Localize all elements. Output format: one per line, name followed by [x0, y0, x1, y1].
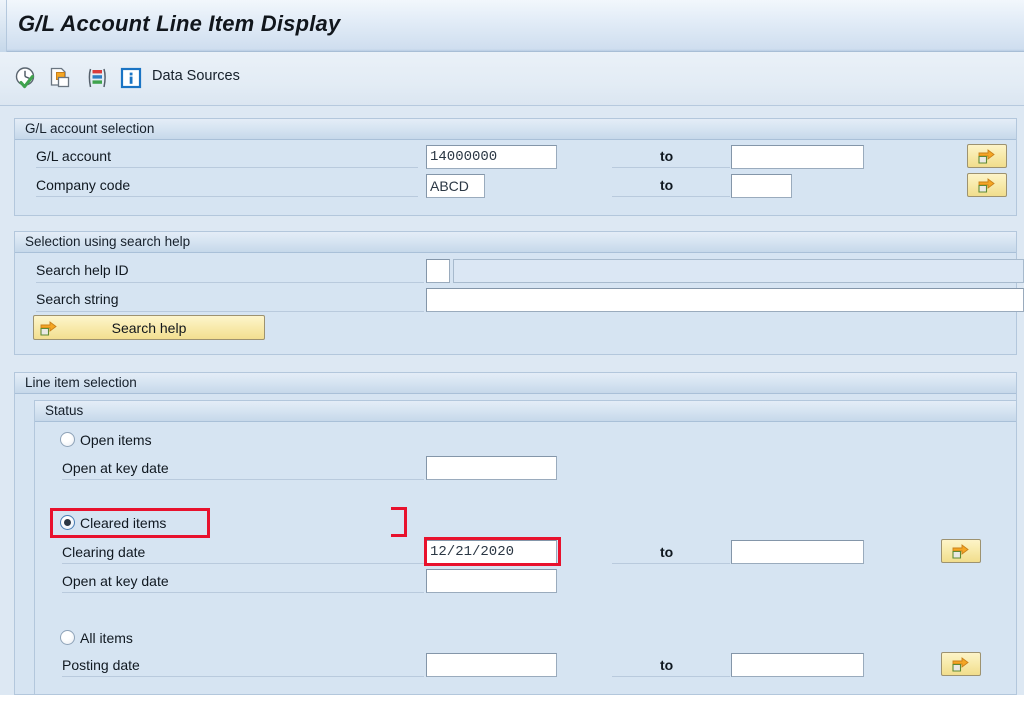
gl-account-to-underline: [612, 167, 730, 168]
company-code-to-label: to: [660, 177, 674, 193]
clearing-date-multiple-selection-button[interactable]: [941, 539, 981, 563]
clearing-date-underline: [62, 563, 424, 564]
clearing-date-to-underline: [612, 563, 730, 564]
status-subgroup-title: Status: [45, 403, 84, 418]
execute-clock-check-icon[interactable]: [12, 64, 40, 92]
search-help-id-description: [453, 259, 1024, 283]
search-string-label: Search string: [36, 291, 119, 307]
company-code-to-underline: [612, 196, 730, 197]
search-help-button-label: Search help: [111, 320, 187, 336]
gl-account-selection-header: G/L account selection: [15, 119, 1016, 140]
all-items-radio-label[interactable]: All items: [80, 630, 133, 646]
gl-account-to-label: to: [660, 148, 674, 164]
open-items-radio-label[interactable]: Open items: [80, 432, 152, 448]
search-help-id-input[interactable]: [426, 259, 450, 283]
posting-date-to-underline: [612, 676, 730, 677]
gl-account-label: G/L account: [36, 148, 111, 164]
posting-date-underline: [62, 676, 424, 677]
multiple-selection-icon: [952, 544, 969, 559]
clearing-date-input[interactable]: 12/21/2020: [426, 540, 557, 564]
posting-date-to-input[interactable]: [731, 653, 864, 677]
sap-selection-screen: G/L Account Line Item Display Data Sourc…: [0, 0, 1024, 701]
cleared-items-radio[interactable]: [60, 515, 75, 530]
line-item-selection-header: Line item selection: [15, 373, 1016, 394]
page-title: G/L Account Line Item Display: [18, 11, 341, 36]
cleared-items-open-at-key-date-label: Open at key date: [62, 573, 169, 589]
open-items-key-date-underline: [62, 479, 424, 480]
status-subgroup-header: Status: [35, 401, 1016, 422]
application-toolbar: Data Sources: [0, 52, 1024, 106]
title-bar-accent: [0, 0, 7, 52]
company-code-from-input[interactable]: ABCD: [426, 174, 485, 198]
gl-account-to-input[interactable]: [731, 145, 864, 169]
search-string-input[interactable]: [426, 288, 1024, 312]
gl-account-selection-title: G/L account selection: [25, 121, 155, 136]
search-help-title: Selection using search help: [25, 234, 191, 249]
search-help-header: Selection using search help: [15, 232, 1016, 253]
open-items-open-at-key-date-input[interactable]: [426, 456, 557, 480]
window-bottom-strip: [0, 695, 1024, 701]
multiple-selection-icon: [978, 149, 995, 164]
clearing-date-label: Clearing date: [62, 544, 146, 560]
information-icon[interactable]: [117, 64, 145, 92]
clearing-date-to-label: to: [660, 544, 674, 560]
window-title-bar: G/L Account Line Item Display: [0, 0, 1024, 52]
posting-date-to-label: to: [660, 657, 674, 673]
cleared-items-key-date-underline: [62, 592, 424, 593]
gl-account-from-input[interactable]: 14000000: [426, 145, 557, 169]
gl-account-row-underline: [36, 167, 418, 168]
variant-list-icon[interactable]: [82, 64, 110, 92]
cleared-items-open-at-key-date-input[interactable]: [426, 569, 557, 593]
company-code-row-underline: [36, 196, 418, 197]
gl-account-multiple-selection-button[interactable]: [967, 144, 1007, 168]
search-string-underline: [36, 311, 424, 312]
search-help-id-underline: [36, 282, 424, 283]
line-item-selection-title: Line item selection: [25, 375, 137, 390]
clearing-date-to-input[interactable]: [731, 540, 864, 564]
company-code-to-input[interactable]: [731, 174, 792, 198]
all-items-radio[interactable]: [60, 630, 75, 645]
search-help-button[interactable]: Search help: [33, 315, 265, 340]
copy-documents-icon[interactable]: [47, 64, 75, 92]
cleared-items-radio-label[interactable]: Cleared items: [80, 515, 166, 531]
posting-date-multiple-selection-button[interactable]: [941, 652, 981, 676]
search-help-id-label: Search help ID: [36, 262, 129, 278]
posting-date-from-input[interactable]: [426, 653, 557, 677]
posting-date-label: Posting date: [62, 657, 140, 673]
company-code-multiple-selection-button[interactable]: [967, 173, 1007, 197]
multiple-selection-icon: [978, 178, 995, 193]
company-code-label: Company code: [36, 177, 131, 193]
open-items-radio[interactable]: [60, 432, 75, 447]
data-sources-label[interactable]: Data Sources: [152, 68, 240, 84]
multiple-selection-icon: [952, 657, 969, 672]
open-items-open-at-key-date-label: Open at key date: [62, 460, 169, 476]
